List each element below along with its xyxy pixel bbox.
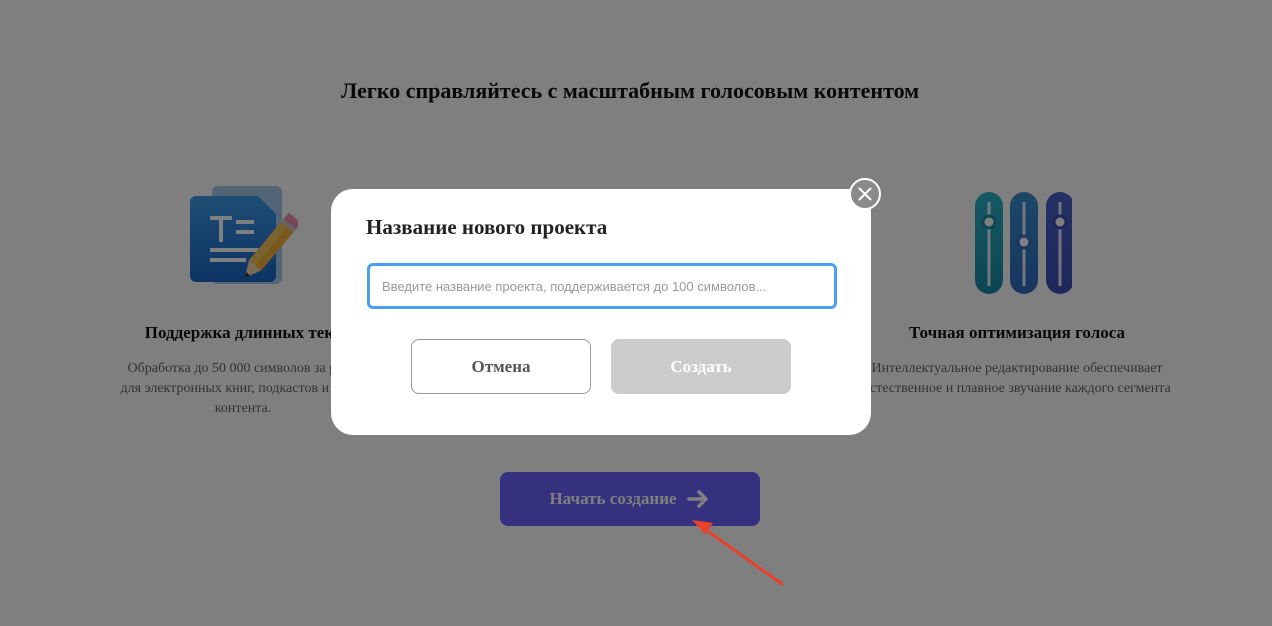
cancel-button[interactable]: Отмена <box>411 339 591 394</box>
create-button[interactable]: Создать <box>611 339 791 394</box>
close-icon <box>858 187 872 201</box>
project-name-input[interactable] <box>367 263 837 309</box>
new-project-modal: Название нового проекта Отмена Создать <box>331 189 871 435</box>
page: Легко справляйтесь с масштабным голосовы… <box>0 0 1272 626</box>
modal-title: Название нового проекта <box>366 215 608 239</box>
modal-close-button[interactable] <box>849 178 881 210</box>
